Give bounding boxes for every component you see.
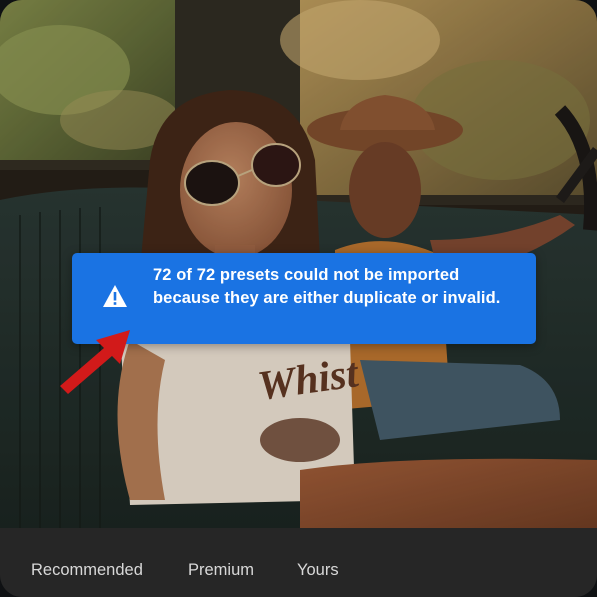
presets-panel: Whist 72 of 72 presets could not be impo… bbox=[0, 0, 597, 597]
notification-message: 72 of 72 presets could not be imported b… bbox=[153, 266, 501, 307]
tab-premium[interactable]: Premium bbox=[188, 561, 254, 580]
warning-icon bbox=[103, 285, 127, 307]
tab-recommended[interactable]: Recommended bbox=[31, 561, 143, 580]
preset-tab-bar: Recommended Premium Yours bbox=[0, 528, 597, 597]
tab-yours[interactable]: Yours bbox=[297, 561, 339, 580]
arrow-pointer-icon bbox=[60, 330, 130, 394]
